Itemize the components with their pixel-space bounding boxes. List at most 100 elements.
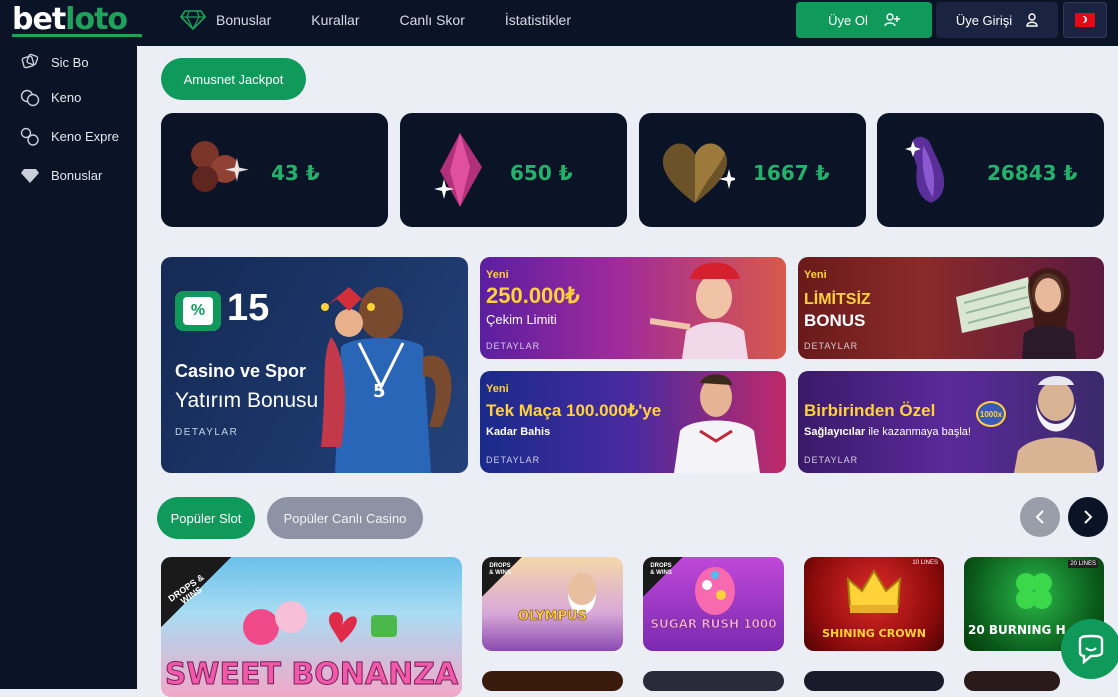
main-nav: Bonuslar Kurallar Canlı Skor İstatistikl… <box>180 0 611 40</box>
sidebar-item-label: Keno Expre <box>51 129 119 144</box>
sidebar-item-keno-express[interactable]: Keno Expre <box>0 117 137 156</box>
nav-label: İstatistikler <box>504 12 571 28</box>
chat-bubble-icon <box>1078 634 1104 664</box>
game-tile-row2-4[interactable] <box>964 671 1060 691</box>
game-tile-sweet-bonanza[interactable]: DROPS & WINS SWEET BONANZA <box>161 557 462 697</box>
candy-egg-illustration <box>695 567 735 615</box>
jackpot-card-club[interactable]: 43 ₺ <box>161 113 388 227</box>
football-player-illustration <box>674 374 760 473</box>
badge-label: DROPS & WINS <box>489 563 511 576</box>
sidebar-item-sic-bo[interactable]: Sic Bo <box>0 46 137 78</box>
promo-banner-special-providers[interactable]: Birbirinden Özel Sağlayıcılar ile kazanm… <box>798 371 1104 473</box>
nav-item-istatistikler[interactable]: İstatistikler <box>505 12 571 28</box>
zeus-illustration <box>1014 376 1098 473</box>
new-tag: Yeni <box>486 383 509 395</box>
clover-illustration <box>1016 573 1052 609</box>
nav-item-canli-skor[interactable]: Canlı Skor <box>400 12 465 28</box>
dice-icon <box>20 52 40 72</box>
game-tile-row2-2[interactable] <box>643 671 784 691</box>
banner-subtitle: Kadar Bahis <box>486 426 551 438</box>
candy-illustration <box>243 601 397 645</box>
banner-subtitle: Çekim Limiti <box>486 312 557 327</box>
details-link[interactable]: DETAYLAR <box>486 455 540 465</box>
sidebar-item-keno[interactable]: Keno <box>0 78 137 117</box>
crown-illustration <box>846 569 902 613</box>
nav-item-bonuslar[interactable]: Bonuslar <box>180 10 271 30</box>
nav-label: Kurallar <box>311 12 360 28</box>
tab-popular-live-casino[interactable]: Popüler Canlı Casino <box>267 497 423 539</box>
login-button[interactable]: Üye Girişi <box>936 2 1058 38</box>
jackpot-card-spade[interactable]: 26843 ₺ <box>877 113 1104 227</box>
login-label: Üye Girişi <box>955 12 1013 28</box>
jackpot-value: 26843 ₺ <box>987 161 1078 185</box>
game-title: SUGAR RUSH 1000 <box>650 617 777 632</box>
tab-popular-slot[interactable]: Popüler Slot <box>157 497 255 539</box>
game-tile-row2-3[interactable] <box>804 671 944 691</box>
carousel-prev-button[interactable] <box>1020 497 1060 537</box>
live-chat-button[interactable] <box>1061 619 1118 679</box>
game-title: OLYMPUS <box>517 609 588 625</box>
jackpot-value: 43 ₺ <box>271 161 320 185</box>
game-tile-sugar-rush[interactable]: DROPS & WINS SUGAR RUSH 1000 <box>643 557 784 651</box>
banner-title: 250.000₺ <box>486 283 580 308</box>
new-tag: Yeni <box>804 269 827 281</box>
club-icon <box>191 141 249 192</box>
game-tile-row2-1[interactable] <box>482 671 623 691</box>
nav-label: Bonuslar <box>216 12 272 28</box>
logo[interactable]: betloto <box>12 2 142 38</box>
diamond-suit-icon <box>434 133 482 207</box>
sidebar-item-bonuslar[interactable]: Bonuslar <box>0 156 137 195</box>
game-tile-gates-of-olympus[interactable]: DROPS & WINS OLYMPUS <box>482 557 623 651</box>
jackpot-value: 1667 ₺ <box>753 161 830 185</box>
banner-title: Birbirinden Özel <box>804 401 936 420</box>
woman-money-illustration <box>956 268 1076 359</box>
jackpot-card-heart[interactable]: 1667 ₺ <box>639 113 866 227</box>
lines-badge: 10 LINES <box>912 560 938 566</box>
details-link[interactable]: DETAYLAR <box>804 341 858 351</box>
keno-balls-icon <box>20 88 40 108</box>
promo-banner-withdraw-limit[interactable]: Yeni 250.000₺ Çekim Limiti DETAYLAR <box>480 257 786 359</box>
heart-icon <box>662 143 735 203</box>
spade-icon <box>905 136 945 203</box>
language-selector[interactable] <box>1063 2 1107 38</box>
details-link[interactable]: DETAYLAR <box>804 455 858 465</box>
diamond-icon <box>20 166 40 186</box>
nav-item-kurallar[interactable]: Kurallar <box>311 12 359 28</box>
sidebar-item-label: Sic Bo <box>51 54 89 70</box>
jackpot-title: Amusnet Jackpot <box>183 71 284 87</box>
register-button[interactable]: Üye Ol <box>796 2 932 38</box>
jackpot-card-diamond[interactable]: 650 ₺ <box>400 113 627 227</box>
banner-line-1: Casino ve Spor <box>175 361 307 381</box>
player-illustration: 5 <box>321 287 452 473</box>
top-bar: betloto Bonuslar Kurallar Canlı Skor İst… <box>0 0 1118 46</box>
game-title: SWEET BONANZA <box>164 657 459 693</box>
jackpot-title-button[interactable]: Amusnet Jackpot <box>161 58 306 100</box>
game-tile-shining-crown[interactable]: 10 LINES SHINING CROWN <box>804 557 944 651</box>
new-tag: Yeni <box>486 269 509 281</box>
keno-express-icon <box>20 127 40 147</box>
multiplier-badge: 1000x <box>976 401 1006 427</box>
banner-title: Tek Maça 100.000₺'ye <box>486 401 662 420</box>
badge-label: DROPS & WINS <box>650 563 672 576</box>
sidebar: Sic Bo Keno Keno Expre Bonuslar <box>0 46 137 689</box>
svg-text:5: 5 <box>373 381 386 402</box>
jackpot-value: 650 ₺ <box>510 161 573 185</box>
banner-line-2: Yatırım Bonusu <box>175 389 319 412</box>
nav-label: Canlı Skor <box>399 12 465 28</box>
details-link[interactable]: DETAYLAR <box>175 427 238 438</box>
sidebar-item-label: Keno <box>51 90 82 105</box>
user-icon <box>1026 13 1038 27</box>
diamond-icon <box>180 10 206 30</box>
promo-banner-deposit-bonus[interactable]: % 15 5 Casino ve Spor Yatırım Bonusu DET… <box>161 257 468 473</box>
banner-title-2: BONUS <box>804 311 866 330</box>
logo-underline <box>12 34 142 37</box>
game-title: SHINING CROWN <box>822 627 926 640</box>
promo-banner-unlimited-bonus[interactable]: Yeni LİMİTSİZ BONUS DETAYLAR <box>798 257 1104 359</box>
promo-banner-single-bet[interactable]: Yeni Tek Maça 100.000₺'ye Kadar Bahis DE… <box>480 371 786 473</box>
details-link[interactable]: DETAYLAR <box>486 341 540 351</box>
banner-title-1: LİMİTSİZ <box>804 291 871 308</box>
chevron-left-icon <box>1035 510 1044 524</box>
carousel-next-button[interactable] <box>1068 497 1108 537</box>
percent-badge: % <box>175 291 221 331</box>
chevron-right-icon <box>1084 510 1093 524</box>
